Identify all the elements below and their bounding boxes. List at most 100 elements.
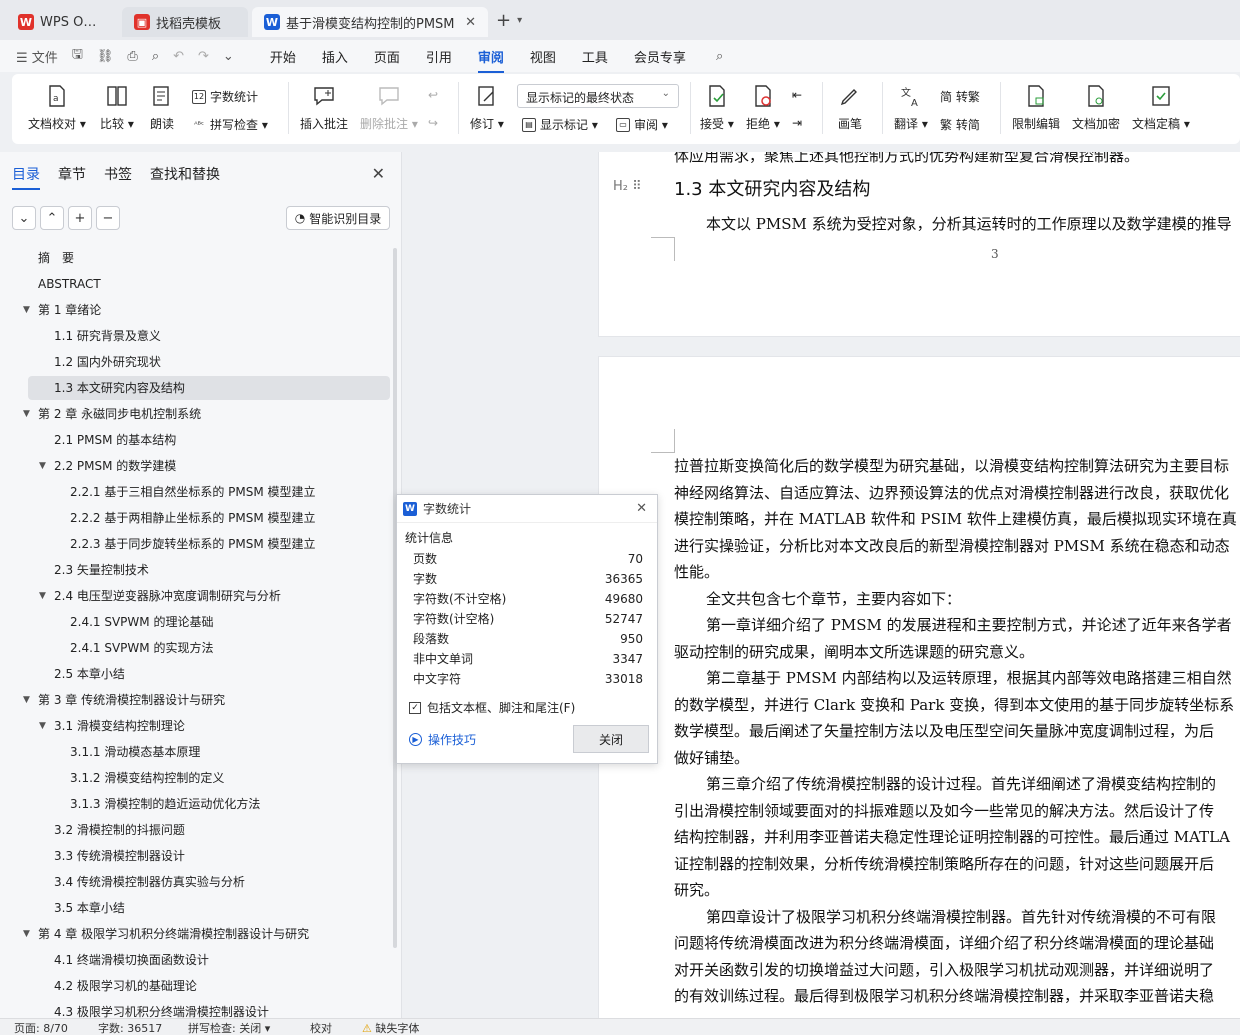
expand-caret-icon[interactable]: ▼ [39,714,46,738]
menu-home[interactable]: 开始 [270,47,296,66]
delete-comment-button[interactable]: 删除批注 ▾ [360,74,418,132]
close-tab-icon[interactable]: ✕ [465,15,476,30]
missing-font-indicator[interactable]: ⚠ 缺失字体 [362,1020,419,1035]
show-markup-button[interactable]: ▤ 显示标记 ▾ [522,116,598,133]
toc-item[interactable]: 摘 要 [38,246,74,270]
toc-item[interactable]: 4.1 终端滑模切换面函数设计 [54,948,209,972]
chevron-down-icon[interactable]: ▾ [517,15,522,26]
print-preview-icon[interactable]: ⌕ [152,49,159,64]
expand-caret-icon[interactable]: ▼ [23,688,30,712]
toc-item[interactable]: 3.2 滑模控制的抖振问题 [54,818,185,842]
close-icon[interactable]: ✕ [636,501,647,516]
markup-state-select[interactable]: 显示标记的最终状态 ⌄ [517,84,679,108]
toc-item[interactable]: 1.1 研究背景及意义 [54,324,161,348]
toc-item[interactable]: 2.3 矢量控制技术 [54,558,149,582]
menu-page[interactable]: 页面 [374,47,400,66]
file-menu[interactable]: ☰ 文件 [16,47,58,66]
toc-item[interactable]: 2.2 PMSM 的数学建模 [54,454,176,478]
close-icon[interactable]: ✕ [372,164,385,183]
spell-check-status[interactable]: 拼写检查: 关闭 ▾ [188,1020,270,1035]
heading-marker-icon[interactable]: H₂ ⠿ [613,179,642,194]
tab-document[interactable]: W 基于滑模变结构控制的PMSM ✕ [252,7,488,37]
prev-change-icon[interactable]: ⇤ [792,88,802,102]
toc-item[interactable]: 3.1.3 滑模控制的趋近运动优化方法 [70,792,260,816]
undo-icon[interactable]: ↶ [173,49,184,64]
read-aloud-button[interactable]: 朗读 [150,74,174,132]
tab-chapters[interactable]: 章节 [58,164,86,184]
link-icon[interactable]: ⛓ [97,49,114,64]
review-pane-button[interactable]: ▭ 审阅 ▾ [616,116,668,133]
menu-insert[interactable]: 插入 [322,47,348,66]
save-icon[interactable]: 🖫 [72,45,83,67]
expand-icon[interactable]: ⌃ [40,206,64,230]
spell-check-button[interactable]: ᴬᴮᶜ 拼写检查 ▾ [192,116,268,133]
word-count-indicator[interactable]: 字数: 36517 [98,1020,162,1035]
toc-item[interactable]: 2.5 本章小结 [54,662,125,686]
toc-item[interactable]: 3.1.1 滑动模态基本原理 [70,740,200,764]
tab-bookmarks[interactable]: 书签 [104,164,132,184]
revise-button[interactable]: 修订 ▾ [470,74,504,132]
toc-item[interactable]: 2.2.3 基于同步旋转坐标系的 PMSM 模型建立 [70,532,316,556]
expand-caret-icon[interactable]: ▼ [39,454,46,478]
next-comment-icon[interactable]: ↪ [428,116,438,130]
add-icon[interactable]: + [68,206,92,230]
compare-button[interactable]: 比较 ▾ [100,74,134,132]
toc-item[interactable]: 1.3 本文研究内容及结构 [28,376,390,400]
toc-item[interactable]: 2.2.2 基于两相静止坐标系的 PMSM 模型建立 [70,506,316,530]
toc-item[interactable]: 3.5 本章小结 [54,896,125,920]
toc-item[interactable]: 2.4.1 SVPWM 的实现方法 [70,636,213,660]
reject-button[interactable]: 拒绝 ▾ [746,74,780,132]
insert-comment-button[interactable]: 插入批注 [300,74,348,132]
tab-wps-office[interactable]: W WPS Office [6,7,118,37]
remove-icon[interactable]: − [96,206,120,230]
page-indicator[interactable]: 页面: 8/70 [14,1020,68,1035]
include-footnotes-checkbox[interactable]: ✓ 包括文本框、脚注和尾注(F) [409,699,575,716]
toc-item[interactable]: 4.2 极限学习机的基础理论 [54,974,197,998]
menu-review[interactable]: 审阅 [477,47,504,73]
tab-toc[interactable]: 目录 [12,164,40,190]
next-change-icon[interactable]: ⇥ [792,116,802,130]
doc-check-button[interactable]: a 文档校对 ▾ [28,74,86,132]
search-icon[interactable]: ⌕ [716,49,723,64]
menu-member[interactable]: 会员专享 [634,47,686,66]
toc-item[interactable]: 第 3 章 传统滑模控制器设计与研究 [38,688,225,712]
close-button[interactable]: 关闭 [573,725,649,753]
pen-button[interactable]: 画笔 [838,74,862,132]
redo-icon[interactable]: ↷ [198,49,209,64]
toc-item[interactable]: 2.2.1 基于三相自然坐标系的 PMSM 模型建立 [70,480,316,504]
encrypt-button[interactable]: 文档加密 [1072,74,1120,132]
finalize-button[interactable]: 文档定稿 ▾ [1132,74,1190,132]
to-traditional-button[interactable]: 简 转繁 [940,88,980,105]
expand-caret-icon[interactable]: ▼ [23,298,30,322]
toc-item[interactable]: ABSTRACT [38,272,101,296]
menu-view[interactable]: 视图 [530,47,556,66]
tab-find-replace[interactable]: 查找和替换 [150,164,220,184]
toc-item[interactable]: 第 1 章绪论 [38,298,101,322]
accept-button[interactable]: 接受 ▾ [700,74,734,132]
expand-caret-icon[interactable]: ▼ [39,584,46,608]
toc-item[interactable]: 3.4 传统滑模控制器仿真实验与分析 [54,870,245,894]
toc-item[interactable]: 3.1.2 滑模变结构控制的定义 [70,766,224,790]
toc-item[interactable]: 第 4 章 极限学习机积分终端滑模控制器设计与研究 [38,922,309,946]
proof-button[interactable]: 校对 [310,1020,332,1035]
menu-tools[interactable]: 工具 [582,47,608,66]
toc-item[interactable]: 3.1 滑模变结构控制理论 [54,714,185,738]
toc-item[interactable]: 2.4.1 SVPWM 的理论基础 [70,610,213,634]
word-count-button[interactable]: 12 字数统计 [192,88,258,105]
restrict-edit-button[interactable]: 限制编辑 [1012,74,1060,132]
collapse-icon[interactable]: ⌄ [12,206,36,230]
expand-caret-icon[interactable]: ▼ [23,922,30,946]
tab-template[interactable]: ▣ 找稻壳模板 [122,7,248,37]
expand-caret-icon[interactable]: ▼ [23,402,30,426]
toc-item[interactable]: 4.3 极限学习机积分终端滑模控制器设计 [54,1000,269,1018]
toc-item[interactable]: 2.1 PMSM 的基本结构 [54,428,176,452]
prev-comment-icon[interactable]: ↩ [428,88,438,102]
more-icon[interactable]: ⌄ [223,49,234,64]
toc-item[interactable]: 2.4 电压型逆变器脉冲宽度调制研究与分析 [54,584,281,608]
to-simplified-button[interactable]: 繁 转简 [940,116,980,133]
toc-item[interactable]: 1.2 国内外研究现状 [54,350,161,374]
new-tab-icon[interactable]: + [496,10,511,31]
tips-link[interactable]: ▶ 操作技巧 [409,731,476,748]
smart-toc-button[interactable]: ◔ 智能识别目录 [286,206,390,230]
toc-item[interactable]: 第 2 章 永磁同步电机控制系统 [38,402,201,426]
